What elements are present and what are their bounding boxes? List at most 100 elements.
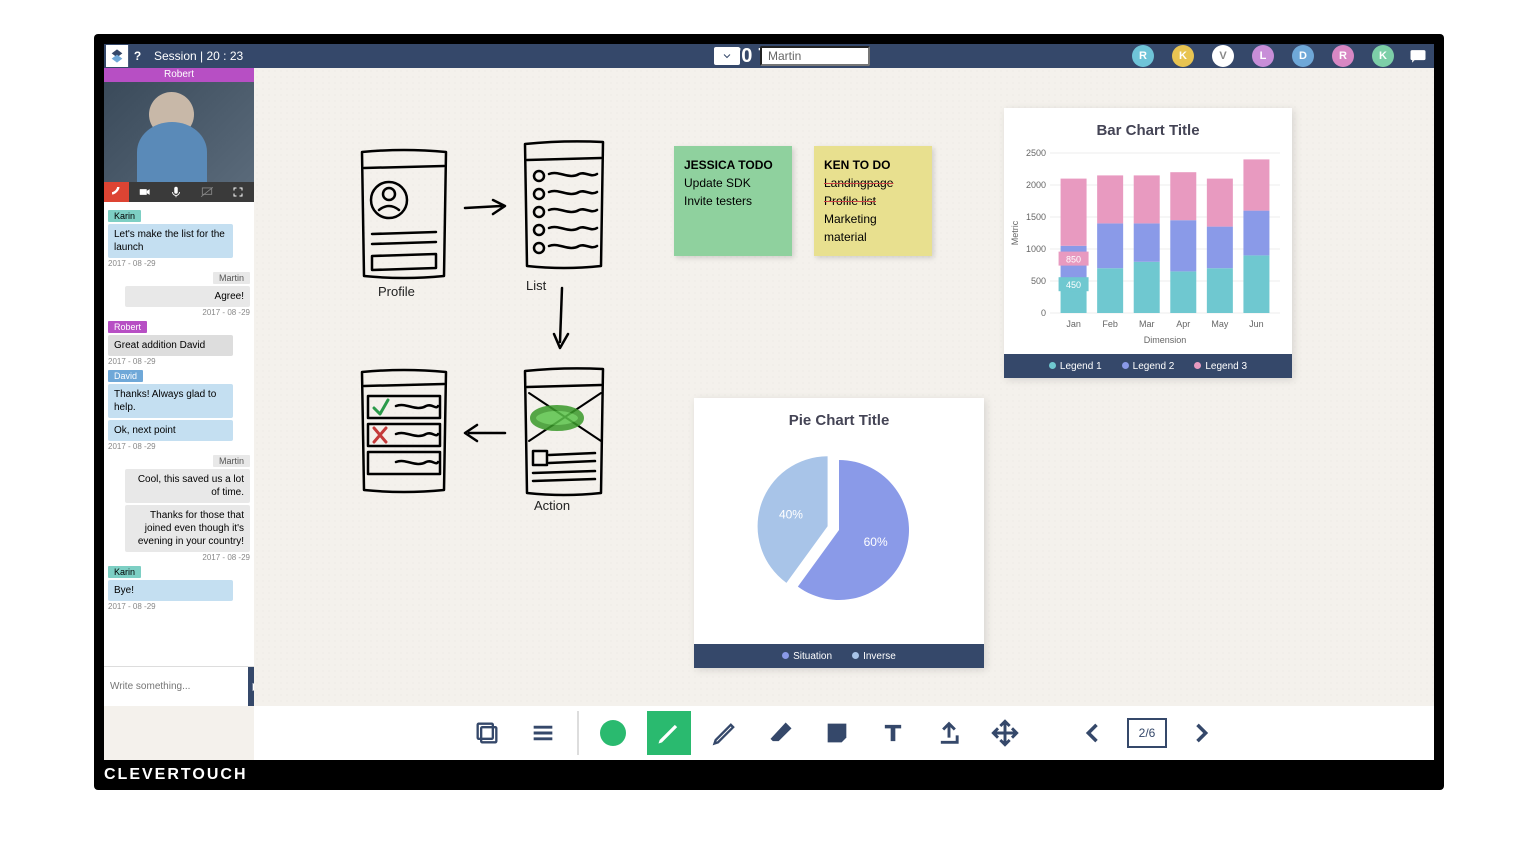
arrow-down-icon <box>552 284 572 354</box>
duplicate-button[interactable] <box>465 711 509 755</box>
sketch-profile[interactable] <box>354 146 454 286</box>
svg-text:0: 0 <box>1041 308 1046 318</box>
chat-bubble: Let's make the list for the launch <box>108 224 233 258</box>
fullscreen-button[interactable] <box>223 182 254 202</box>
svg-text:2000: 2000 <box>1026 180 1046 190</box>
svg-text:May: May <box>1211 319 1229 329</box>
svg-text:1500: 1500 <box>1026 212 1046 222</box>
sketch-list[interactable] <box>519 136 609 276</box>
divider <box>577 711 579 755</box>
participant-avatar[interactable]: R <box>1332 45 1354 67</box>
page-indicator[interactable]: 2/6 <box>1127 718 1167 748</box>
svg-text:Metric: Metric <box>1010 220 1020 245</box>
svg-text:Dimension: Dimension <box>1144 335 1187 345</box>
chat-bubble: Agree! <box>125 286 250 307</box>
menu-button[interactable] <box>521 711 565 755</box>
svg-text:Jan: Jan <box>1066 319 1081 329</box>
chat-sender: Martin <box>213 455 250 467</box>
chat-input[interactable] <box>104 667 248 706</box>
chat-icon[interactable] <box>1408 46 1428 66</box>
chat-bubble: Great addition David <box>108 335 233 356</box>
chat-bubble: Bye! <box>108 580 233 601</box>
pen-tool[interactable] <box>647 711 691 755</box>
sticky-line: Update SDK <box>684 174 782 192</box>
top-bar: ? Session | 20 : 23 70 76 55 RKVLDRK <box>104 44 1434 68</box>
sticky-line: Landingpage <box>824 174 922 192</box>
sidebar: Robert Karin Let's make the list for the … <box>104 68 254 706</box>
pie-chart-card[interactable]: Pie Chart Title 60%40% SituationInverse <box>694 398 984 668</box>
whiteboard-canvas[interactable]: Profile List Action <box>254 68 1434 706</box>
sticky-note-ken[interactable]: KEN TO DO Landingpage Profile list Marke… <box>814 146 932 256</box>
share-button[interactable] <box>927 711 971 755</box>
sticky-line: Profile list <box>824 192 922 210</box>
app-window: ? Session | 20 : 23 70 76 55 RKVLDRK Rob… <box>104 44 1434 760</box>
sketch-list-label: List <box>526 278 546 293</box>
svg-text:Feb: Feb <box>1102 319 1118 329</box>
chat-input-row <box>104 666 254 706</box>
sketch-profile-label: Profile <box>378 284 415 299</box>
chat-sender: Karin <box>108 210 141 222</box>
chat-bubble: Thanks for those that joined even though… <box>125 505 250 552</box>
participant-avatars: RKVLDRK <box>1132 45 1394 67</box>
chat-timestamp: 2017 - 08 -29 <box>108 259 250 268</box>
camera-button[interactable] <box>129 182 160 202</box>
sticky-title: KEN TO DO <box>824 156 922 174</box>
chart-title: Pie Chart Title <box>694 398 984 435</box>
app-logo-icon[interactable] <box>106 45 128 67</box>
svg-text:500: 500 <box>1031 276 1046 286</box>
participant-avatar[interactable]: K <box>1372 45 1394 67</box>
dropdown-toggle[interactable] <box>714 47 740 65</box>
participant-avatar[interactable]: V <box>1212 45 1234 67</box>
arrow-left-icon <box>461 423 511 443</box>
chart-title: Bar Chart Title <box>1004 108 1292 145</box>
chat-timestamp: 2017 - 08 -29 <box>108 357 250 366</box>
svg-text:850: 850 <box>1066 255 1081 265</box>
sketch-action[interactable] <box>519 363 609 503</box>
chat-bubble: Ok, next point <box>108 420 233 441</box>
note-tool[interactable] <box>815 711 859 755</box>
prev-page-button[interactable] <box>1071 711 1115 755</box>
hangup-button[interactable] <box>104 182 129 202</box>
screen-button[interactable] <box>192 182 223 202</box>
chat-log[interactable]: KarinLet's make the list for the launch2… <box>104 202 254 666</box>
chat-sender: Robert <box>108 321 147 333</box>
svg-text:40%: 40% <box>779 507 803 521</box>
chart-legend: SituationInverse <box>694 644 984 668</box>
brand-label: CLEVERTOUCH <box>104 766 248 784</box>
svg-text:450: 450 <box>1066 280 1081 290</box>
participant-avatar[interactable]: K <box>1172 45 1194 67</box>
sticky-line: Invite testers <box>684 192 782 210</box>
sticky-title: JESSICA TODO <box>684 156 782 174</box>
arrow-icon <box>461 198 511 218</box>
svg-text:Apr: Apr <box>1176 319 1190 329</box>
video-controls <box>104 182 254 202</box>
highlighter-tool[interactable] <box>703 711 747 755</box>
participant-avatar[interactable]: D <box>1292 45 1314 67</box>
sketch-checklist[interactable] <box>354 366 454 496</box>
chat-timestamp: 2017 - 08 -29 <box>108 308 250 317</box>
pie-chart: 60%40% <box>694 435 984 635</box>
text-tool[interactable] <box>871 711 915 755</box>
sticky-note-jessica[interactable]: JESSICA TODO Update SDK Invite testers <box>674 146 792 256</box>
mic-button[interactable] <box>160 182 191 202</box>
chat-timestamp: 2017 - 08 -29 <box>108 442 250 451</box>
participant-avatar[interactable]: L <box>1252 45 1274 67</box>
video-feed[interactable] <box>104 82 254 182</box>
sketch-action-label: Action <box>534 498 570 513</box>
name-input[interactable] <box>760 46 870 66</box>
svg-text:Jun: Jun <box>1249 319 1264 329</box>
eraser-tool[interactable] <box>759 711 803 755</box>
bar-chart-card[interactable]: Bar Chart Title 05001000150020002500JanF… <box>1004 108 1292 378</box>
bottom-toolbar: 2/6 <box>254 706 1434 760</box>
color-picker[interactable] <box>591 711 635 755</box>
session-label: Session | 20 : 23 <box>154 49 243 63</box>
chat-sender: David <box>108 370 143 382</box>
sticky-line: Marketing material <box>824 210 922 246</box>
next-page-button[interactable] <box>1179 711 1223 755</box>
participant-avatar[interactable]: R <box>1132 45 1154 67</box>
bar-chart: 05001000150020002500JanFebMarAprMayJun85… <box>1004 145 1292 349</box>
move-tool[interactable] <box>983 711 1027 755</box>
chat-timestamp: 2017 - 08 -29 <box>108 602 250 611</box>
device-frame: CLEVERTOUCH ? Session | 20 : 23 70 76 55… <box>94 34 1444 790</box>
help-button[interactable]: ? <box>128 45 146 67</box>
